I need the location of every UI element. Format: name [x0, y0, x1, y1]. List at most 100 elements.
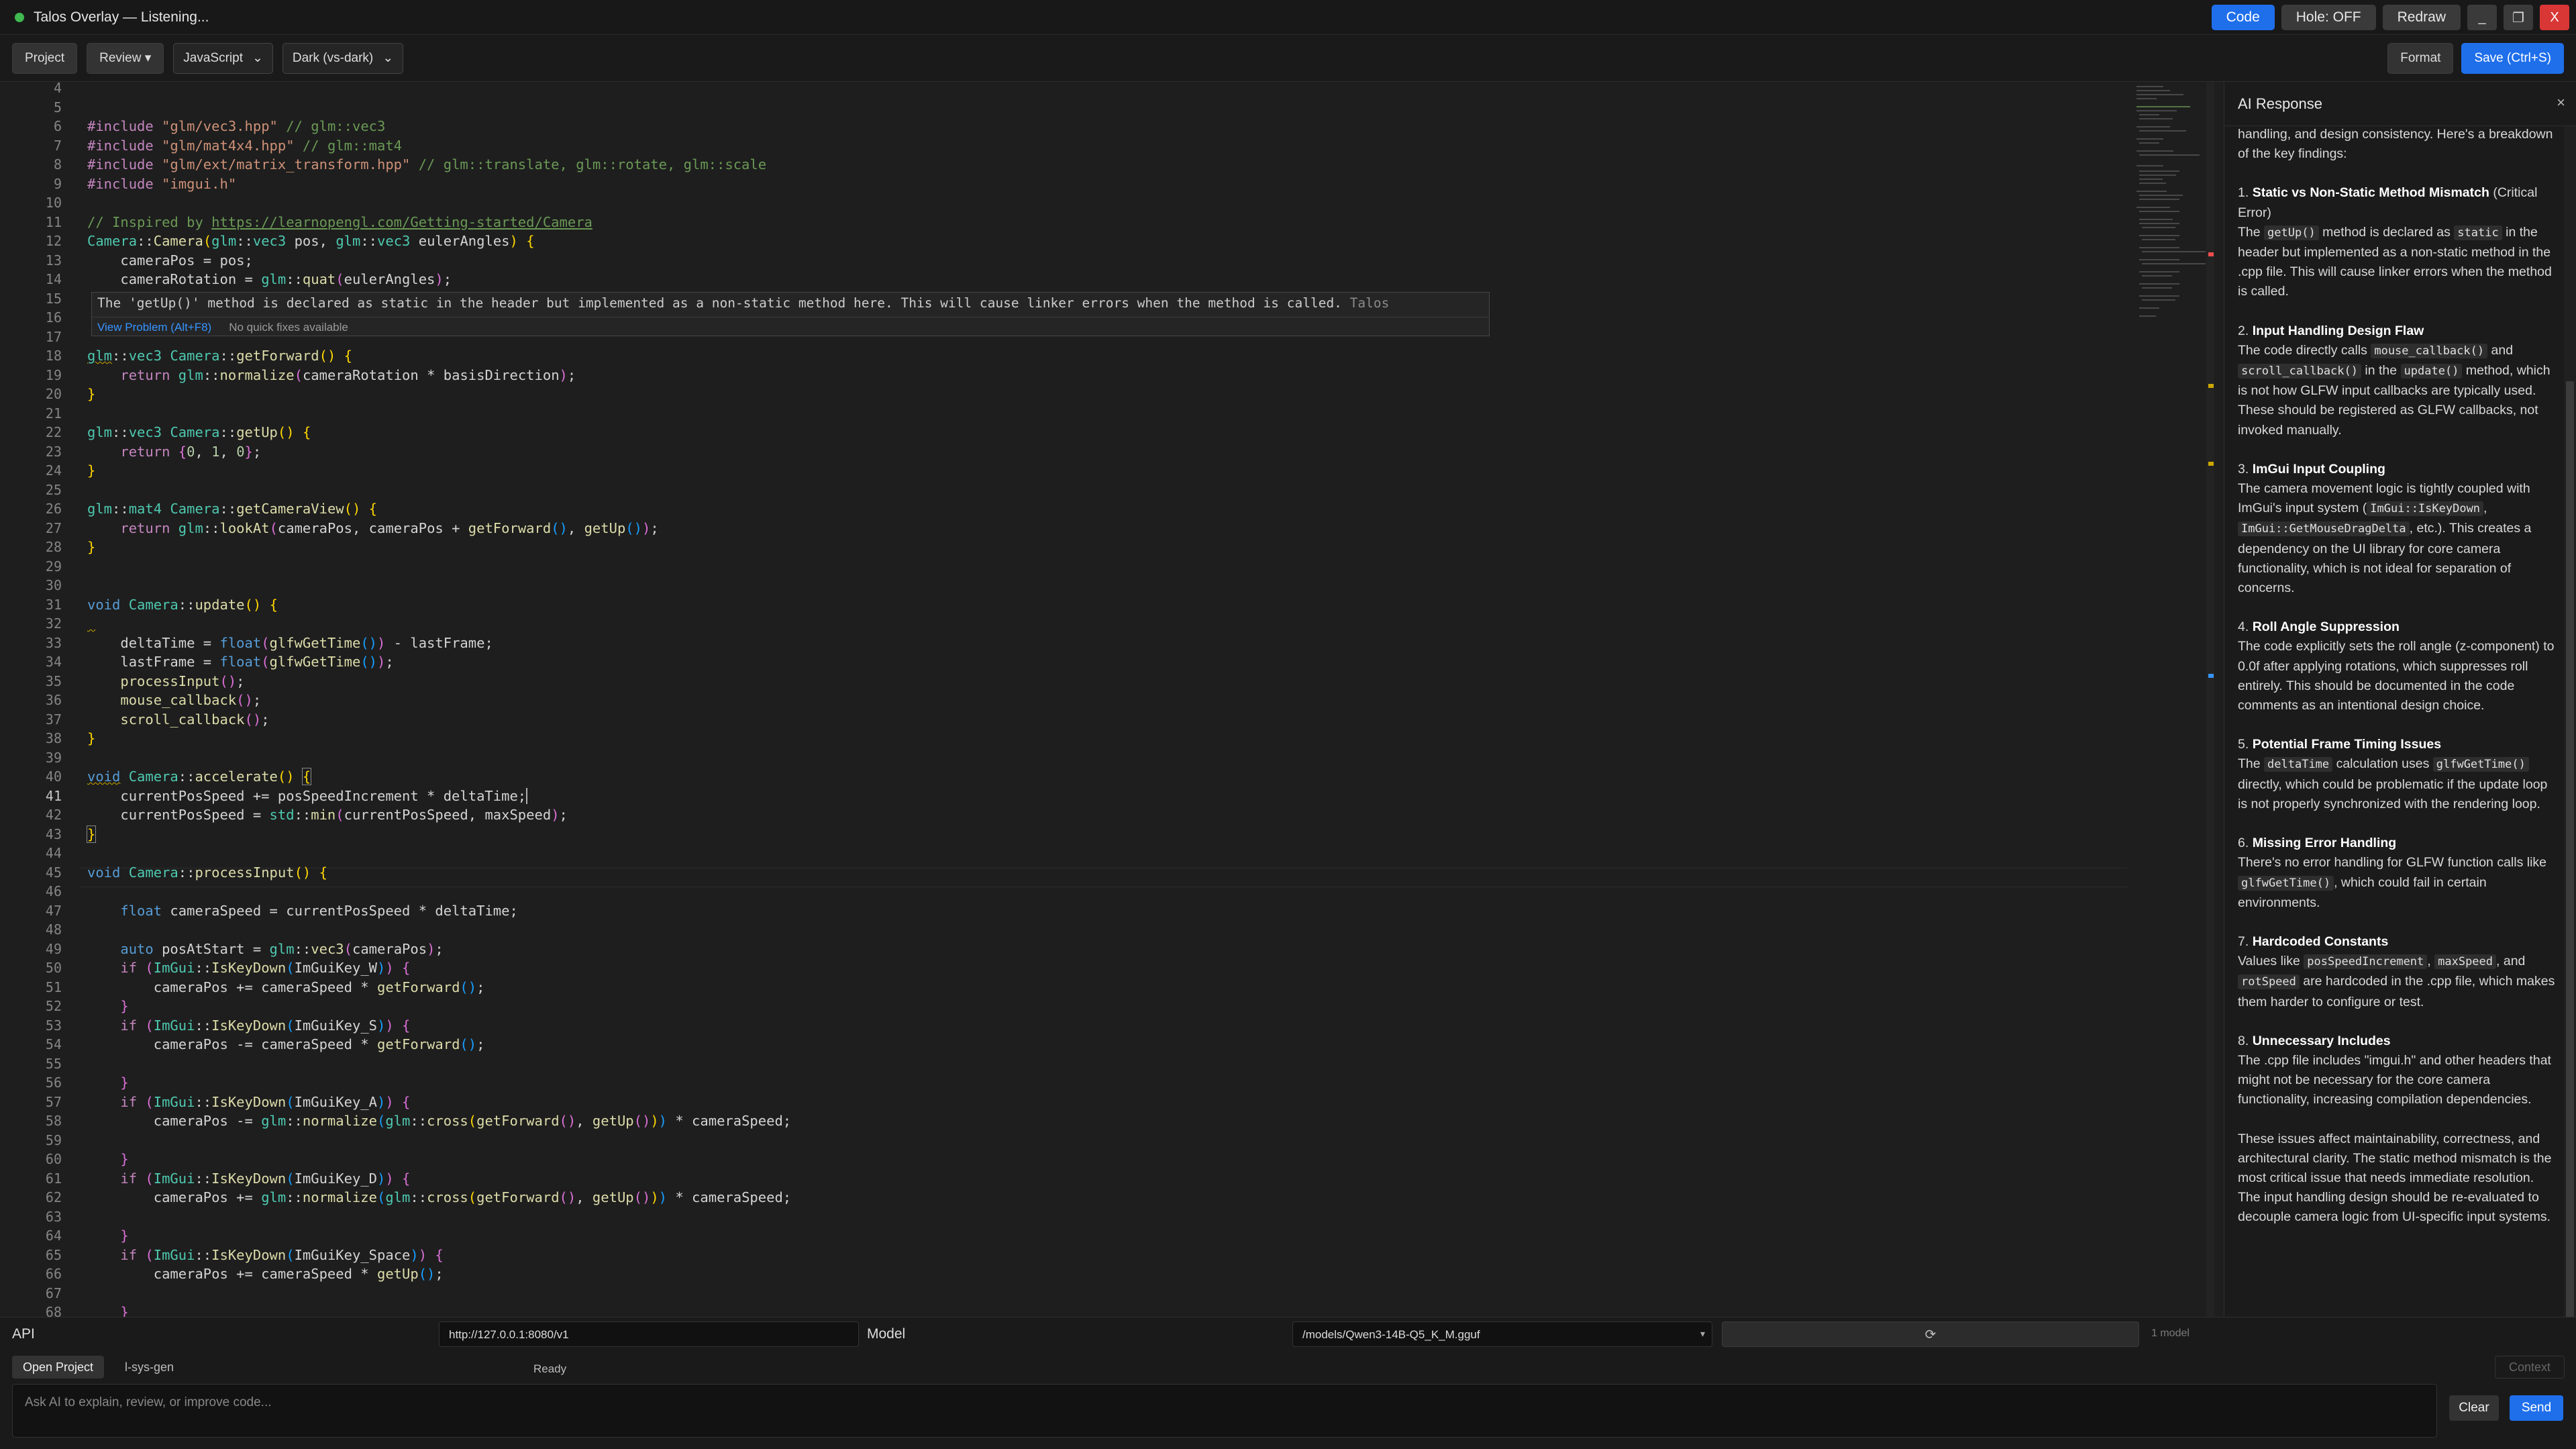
finding-title: Missing Error Handling [2252, 836, 2397, 851]
code-line: } [87, 462, 96, 479]
no-quick-fixes-label: No quick fixes available [229, 320, 348, 334]
maximize-button[interactable]: ❐ [2504, 5, 2533, 30]
code-line: // Inspired by https://learnopengl.com/G… [87, 213, 593, 230]
finding-title: Hardcoded Constants [2252, 934, 2389, 949]
api-url-input[interactable]: http://127.0.0.1:8080/v1 [439, 1321, 859, 1347]
code-line: #include "glm/vec3.hpp" // glm::vec3 [87, 118, 386, 134]
minimap[interactable] [2132, 82, 2213, 1317]
finding-3: 3. ImGui Input Coupling The camera movem… [2238, 461, 2532, 596]
language-select-value: JavaScript [183, 50, 243, 65]
chevron-down-icon: ⌄ [382, 51, 394, 65]
api-label: API [12, 1326, 35, 1342]
ai-panel-header: AI Response × [2224, 82, 2576, 126]
finding-8: 8. Unnecessary Includes The .cpp file in… [2238, 1033, 2551, 1107]
hole-toggle-button[interactable]: Hole: OFF [2281, 5, 2376, 30]
code-line: cameraPos += cameraSpeed * getUp(); [87, 1266, 444, 1282]
code-line: if (ImGui::IsKeyDown(ImGuiKey_W)) { [120, 960, 411, 976]
code-line: } [87, 539, 96, 555]
chevron-down-icon: ▾ [1700, 1328, 1705, 1339]
editor-toolbar: Project Review ▾ JavaScript ⌄ Dark (vs-d… [0, 35, 2576, 82]
model-count: 1 model [2151, 1328, 2189, 1339]
ai-panel-scrollbar[interactable] [2564, 126, 2576, 1317]
format-button[interactable]: Format [2387, 43, 2454, 74]
code-line: float cameraSpeed = currentPosSpeed * de… [120, 902, 518, 919]
project-tabs-bar: Open Project l-sys-gen Ready Context [0, 1349, 2576, 1383]
code-line: cameraPos += glm::normalize(glm::cross(g… [87, 1189, 792, 1205]
view-problem-link[interactable]: View Problem (Alt+F8) [97, 321, 211, 334]
code-content[interactable]: #include "glm/vec3.hpp" // glm::vec3 #in… [86, 82, 2127, 1317]
listening-status-icon [15, 12, 24, 22]
finding-1: 1. Static vs Non-Static Method Mismatch … [2238, 185, 2552, 299]
code-line: mouse_callback(); [120, 692, 262, 708]
code-line: if (ImGui::IsKeyDown(ImGuiKey_S)) { [120, 1017, 411, 1034]
close-icon[interactable]: × [2557, 94, 2565, 111]
send-button[interactable]: Send [2510, 1395, 2563, 1421]
ai-response-panel: AI Response × handling, and design consi… [2224, 82, 2576, 1317]
ai-response-content: handling, and design consistency. Here's… [2238, 125, 2556, 1247]
status-text: Ready [533, 1362, 567, 1375]
overview-ruler[interactable] [2206, 82, 2214, 1317]
code-line: cameraPos = pos; [87, 252, 253, 268]
code-line: return {0, 1, 0}; [120, 443, 262, 460]
theme-select[interactable]: Dark (vs-dark) ⌄ [282, 42, 404, 74]
finding-title: Roll Angle Suppression [2252, 619, 2400, 635]
clear-button[interactable]: Clear [2449, 1395, 2499, 1421]
code-editor[interactable]: 4 5 6 7 8 9 10 11 12 13 14 15 16 17 18 1… [0, 82, 2214, 1317]
line-number-gutter: 4 5 6 7 8 9 10 11 12 13 14 15 16 17 18 1… [45, 82, 62, 1317]
refresh-icon: ⟳ [1924, 1327, 1937, 1342]
code-line: } [120, 1075, 129, 1091]
review-menu-button[interactable]: Review ▾ [87, 42, 164, 74]
project-button[interactable]: Project [12, 42, 78, 74]
code-line: return glm::lookAt(cameraPos, cameraPos … [120, 519, 659, 536]
refresh-models-button[interactable]: ⟳ [1722, 1321, 2139, 1347]
tab-l-sys-gen[interactable]: l-sys-gen [114, 1356, 185, 1379]
finding-4: 4. Roll Angle Suppression The code expli… [2238, 619, 2555, 713]
ai-summary: These issues affect maintainability, cor… [2238, 1131, 2552, 1225]
context-button[interactable]: Context [2495, 1356, 2565, 1379]
hover-source: Talos [1349, 295, 1390, 311]
code-line: if (ImGui::IsKeyDown(ImGuiKey_A)) { [120, 1093, 411, 1110]
api-config-bar: API http://127.0.0.1:8080/v1 Model /mode… [0, 1317, 2576, 1349]
code-line: auto posAtStart = glm::vec3(cameraPos); [120, 940, 444, 957]
code-line: void Camera::accelerate() { [87, 768, 312, 785]
code-line: } [87, 386, 96, 402]
prompt-bar: Ask AI to explain, review, or improve co… [0, 1383, 2576, 1449]
ai-panel-title: AI Response [2238, 95, 2322, 112]
code-line: } [120, 1151, 129, 1167]
save-button[interactable]: Save (Ctrl+S) [2461, 43, 2564, 74]
code-line: deltaTime = float(glfwGetTime()) - lastF… [87, 634, 493, 651]
close-button[interactable]: X [2540, 5, 2569, 30]
finding-title: Static vs Non-Static Method Mismatch [2252, 185, 2489, 201]
code-line: scroll_callback(); [120, 711, 270, 728]
code-line: cameraPos += cameraSpeed * getForward(); [87, 979, 485, 995]
code-line: void Camera::processInput() { [87, 864, 327, 881]
code-line: glm::mat4 Camera::getCameraView() { [87, 501, 378, 517]
code-line: } [120, 1304, 129, 1317]
tab-open-project[interactable]: Open Project [12, 1356, 105, 1379]
scrollbar-thumb[interactable] [2566, 381, 2574, 1317]
finding-title: ImGui Input Coupling [2252, 461, 2385, 477]
finding-title: Unnecessary Includes [2252, 1033, 2391, 1048]
code-line: } [86, 825, 97, 843]
code-line: void Camera::update() { [87, 596, 278, 613]
code-line: currentPosSpeed += posSpeedIncrement * d… [87, 787, 528, 804]
code-line: lastFrame = float(glfwGetTime()); [87, 654, 394, 670]
code-line: glm::vec3 Camera::getForward() { [87, 348, 352, 364]
language-select[interactable]: JavaScript ⌄ [173, 42, 273, 74]
code-line: } [120, 998, 129, 1014]
code-line: #include "glm/ext/matrix_transform.hpp" … [87, 156, 767, 172]
minimize-button[interactable]: _ [2467, 5, 2497, 30]
chevron-down-icon: ⌄ [252, 51, 263, 65]
code-line: } [120, 1228, 129, 1244]
finding-5: 5. Potential Frame Timing Issues The del… [2238, 737, 2548, 811]
code-button[interactable]: Code [2211, 5, 2275, 30]
code-line: if (ImGui::IsKeyDown(ImGuiKey_Space)) { [120, 1246, 444, 1263]
redraw-button[interactable]: Redraw [2382, 5, 2461, 30]
code-line: glm::vec3 Camera::getUp() { [87, 424, 311, 440]
code-line: cameraPos -= glm::normalize(glm::cross(g… [87, 1113, 792, 1129]
ai-intro: handling, and design consistency. Here's… [2238, 127, 2553, 162]
model-select[interactable]: /models/Qwen3-14B-Q5_K_M.gguf ▾ [1292, 1321, 1712, 1347]
model-label: Model [867, 1326, 906, 1342]
ai-prompt-input[interactable]: Ask AI to explain, review, or improve co… [12, 1384, 2437, 1438]
code-line: } [87, 730, 96, 746]
